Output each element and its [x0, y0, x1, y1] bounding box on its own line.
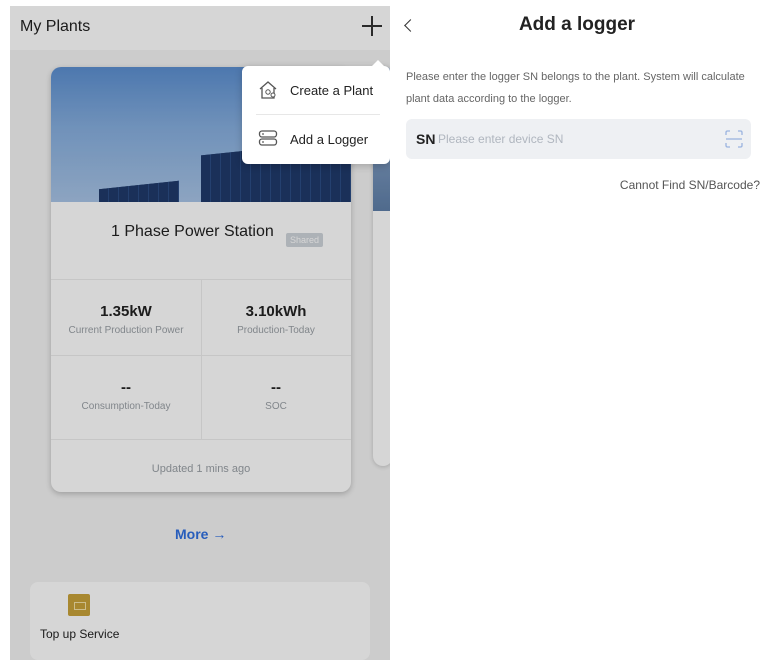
current-power-value: 1.35kW	[100, 303, 152, 320]
solar-panel-graphic	[99, 180, 179, 202]
add-menu-popover: Create a Plant Add a Logger	[242, 60, 390, 164]
cannot-find-sn-link[interactable]: Cannot Find SN/Barcode?	[620, 178, 760, 192]
more-link[interactable]: More →	[175, 526, 226, 542]
soc-label: SOC	[265, 401, 287, 412]
consumption-today-label: Consumption-Today	[81, 401, 171, 412]
top-up-service-card[interactable]: Top up Service	[30, 582, 370, 660]
page-title: Add a logger	[518, 14, 636, 35]
page-title: My Plants	[20, 18, 91, 35]
create-plant-label: Create a Plant	[290, 83, 374, 98]
production-today-label: Production-Today	[237, 325, 315, 336]
plants-header: My Plants	[10, 6, 390, 50]
scan-barcode-icon[interactable]	[724, 129, 744, 149]
add-logger-menu-item[interactable]: Add a Logger	[242, 115, 390, 163]
house-icon	[259, 81, 277, 99]
current-power-label: Current Production Power	[68, 325, 184, 336]
plant-name: 1 Phase Power Station	[111, 223, 274, 240]
add-logger-label: Add a Logger	[290, 132, 369, 147]
divider	[51, 439, 351, 440]
updated-timestamp: Updated 1 mins ago	[151, 463, 251, 475]
production-today-value: 3.10kWh	[245, 303, 307, 320]
top-up-service-icon	[68, 594, 90, 616]
sn-input[interactable]	[438, 127, 708, 151]
shared-badge: Shared	[286, 233, 324, 247]
logger-icon	[258, 130, 278, 146]
add-plus-button[interactable]	[360, 14, 384, 38]
instructions-text: Please enter the logger SN belongs to th…	[406, 71, 745, 105]
consumption-today-value: --	[121, 379, 131, 396]
add-logger-screen: Add a logger Please enter the logger SN …	[394, 0, 760, 660]
soc-value: --	[271, 379, 281, 396]
plants-screen: My Plants 1 Phase Power Station Shared 1…	[10, 6, 390, 660]
sn-field-container: SN	[406, 119, 751, 159]
top-up-service-label: Top up Service	[40, 627, 120, 641]
create-plant-menu-item[interactable]: Create a Plant	[242, 66, 390, 114]
divider	[51, 355, 351, 356]
sn-label: SN	[416, 131, 436, 147]
